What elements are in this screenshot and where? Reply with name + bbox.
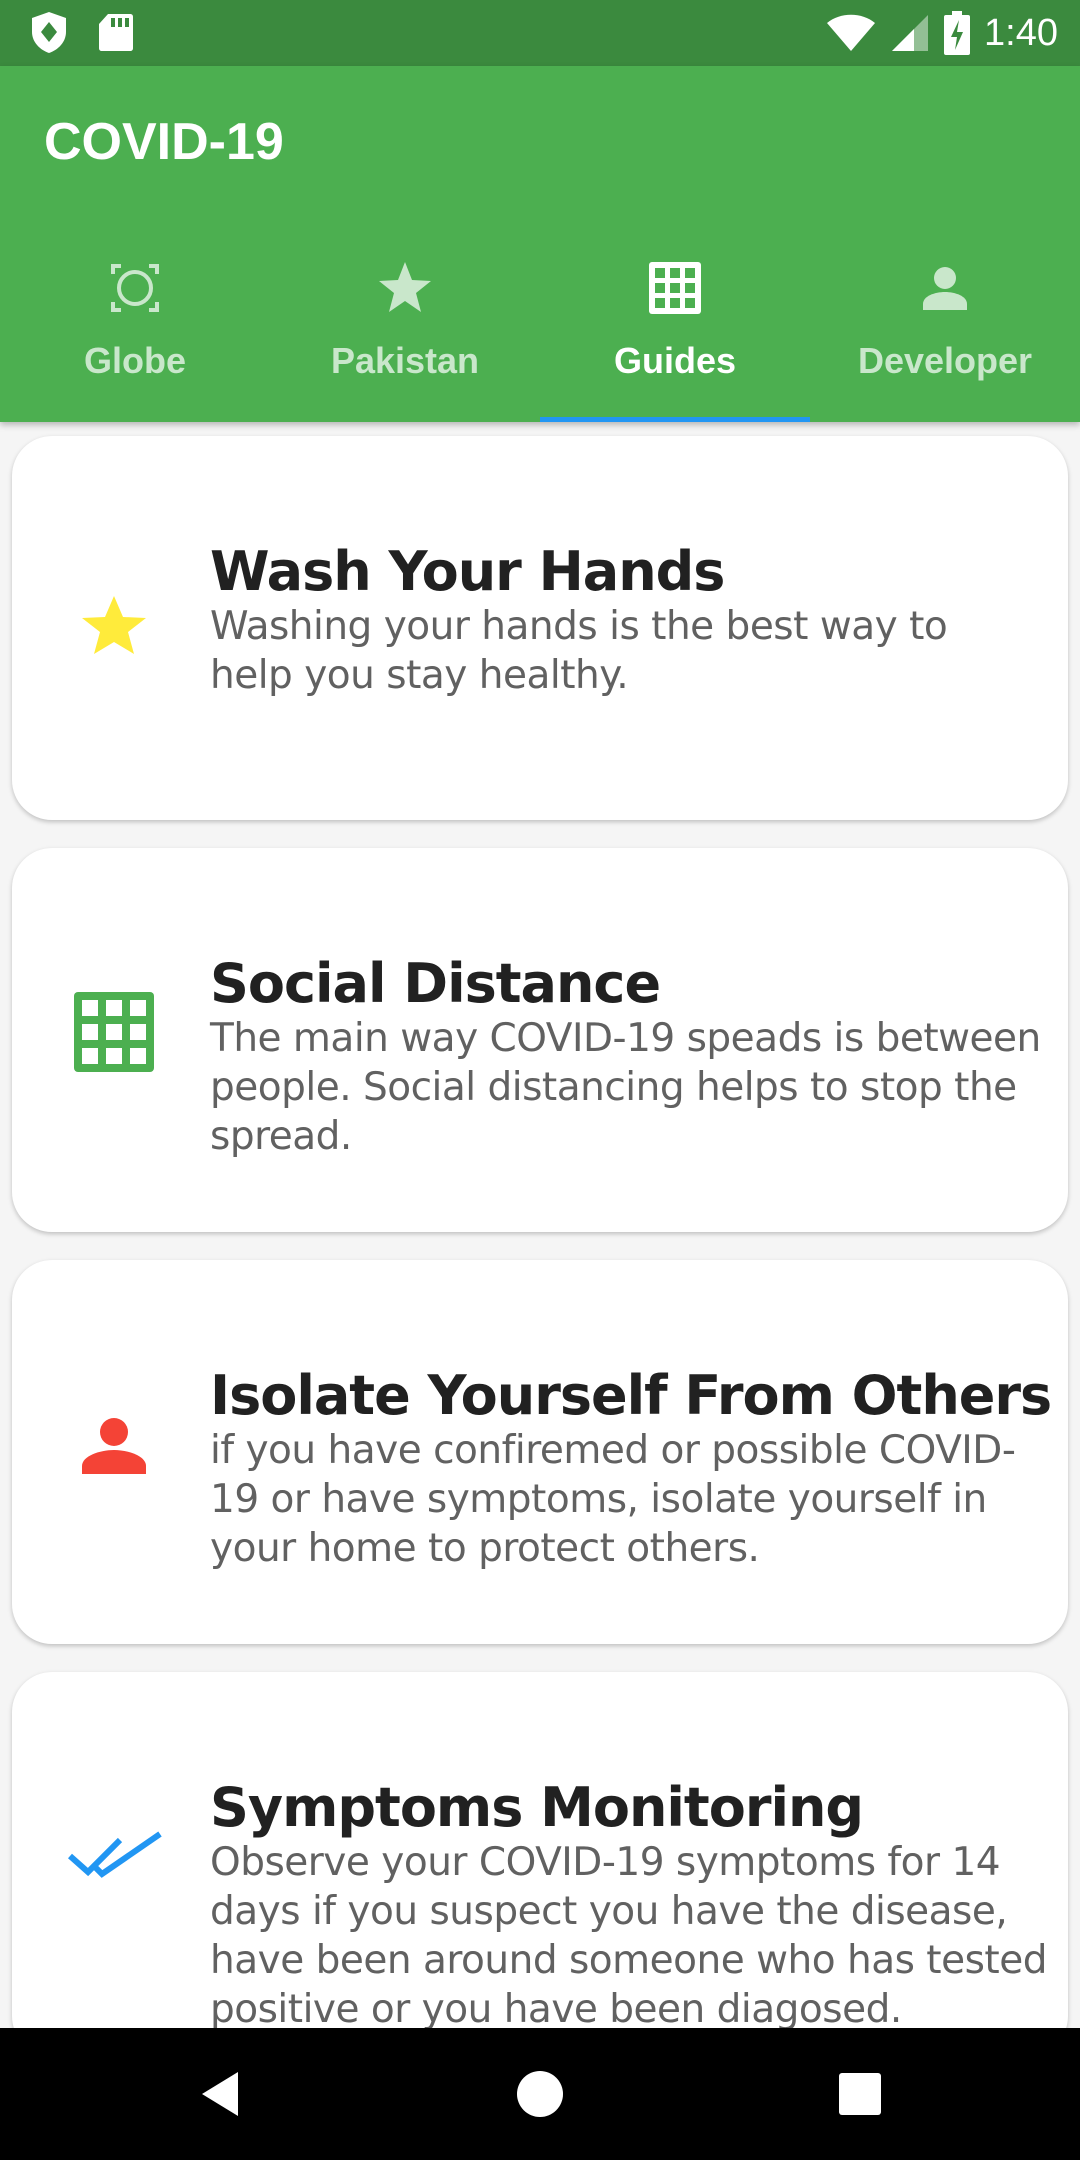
page-title: COVID-19 xyxy=(44,113,284,171)
guide-description: if you have confiremed or possible COVID… xyxy=(210,1428,1016,1571)
system-nav-bar xyxy=(0,2028,1080,2160)
guide-title: Social Distance xyxy=(210,952,661,1015)
guide-description: The main way COVID-19 speads is between … xyxy=(210,1016,1041,1159)
guide-title: Symptoms Monitoring xyxy=(210,1776,864,1839)
tab-label: Developer xyxy=(857,340,1033,381)
guide-title: Wash Your Hands xyxy=(210,540,725,603)
wifi-icon xyxy=(827,14,876,51)
guides-list[interactable]: Wash Your Hands Washing your hands is th… xyxy=(0,422,1080,2028)
signal-icon xyxy=(892,15,929,51)
tab-bar: Globe Pakistan Guides Developer xyxy=(0,238,1080,422)
back-icon[interactable] xyxy=(192,2064,252,2124)
tab-label: Pakistan xyxy=(330,340,480,381)
guide-title: Isolate Yourself From Others xyxy=(210,1364,1052,1427)
person-icon xyxy=(923,267,967,310)
clock: 1:40 xyxy=(984,11,1058,54)
person-icon xyxy=(82,1418,146,1474)
guide-card-wash-hands[interactable]: Wash Your Hands Washing your hands is th… xyxy=(12,436,1068,820)
guide-description: Washing your hands is the best way to he… xyxy=(210,604,948,698)
home-icon[interactable] xyxy=(510,2064,570,2124)
tab-developer[interactable]: Developer xyxy=(810,238,1080,422)
battery-charging-icon xyxy=(944,11,971,55)
status-bar: 1:40 xyxy=(0,0,1080,66)
double-check-icon xyxy=(68,1831,162,1878)
grid-icon xyxy=(649,262,701,314)
tab-label: Guides xyxy=(613,340,737,381)
guide-description: Observe your COVID-19 symptoms for 14 da… xyxy=(210,1840,1047,2028)
recents-icon[interactable] xyxy=(830,2064,890,2124)
tab-pakistan[interactable]: Pakistan xyxy=(270,238,540,422)
shield-icon xyxy=(32,12,66,53)
tab-label: Globe xyxy=(83,340,186,381)
app-bar: COVID-19 Globe Pakistan Guides Developer xyxy=(0,66,1080,422)
guide-card-social-distance[interactable]: Social Distance The main way COVID-19 sp… xyxy=(12,848,1068,1232)
sd-card-icon xyxy=(99,14,133,51)
tab-globe[interactable]: Globe xyxy=(0,238,270,422)
globe-icon xyxy=(111,264,159,312)
grid-icon xyxy=(74,992,154,1072)
star-icon xyxy=(379,262,431,312)
guide-card-isolate[interactable]: Isolate Yourself From Others if you have… xyxy=(12,1260,1068,1644)
tab-guides[interactable]: Guides xyxy=(540,238,810,422)
star-icon xyxy=(82,596,146,654)
guide-card-symptoms[interactable]: Symptoms Monitoring Observe your COVID-1… xyxy=(12,1672,1068,2028)
